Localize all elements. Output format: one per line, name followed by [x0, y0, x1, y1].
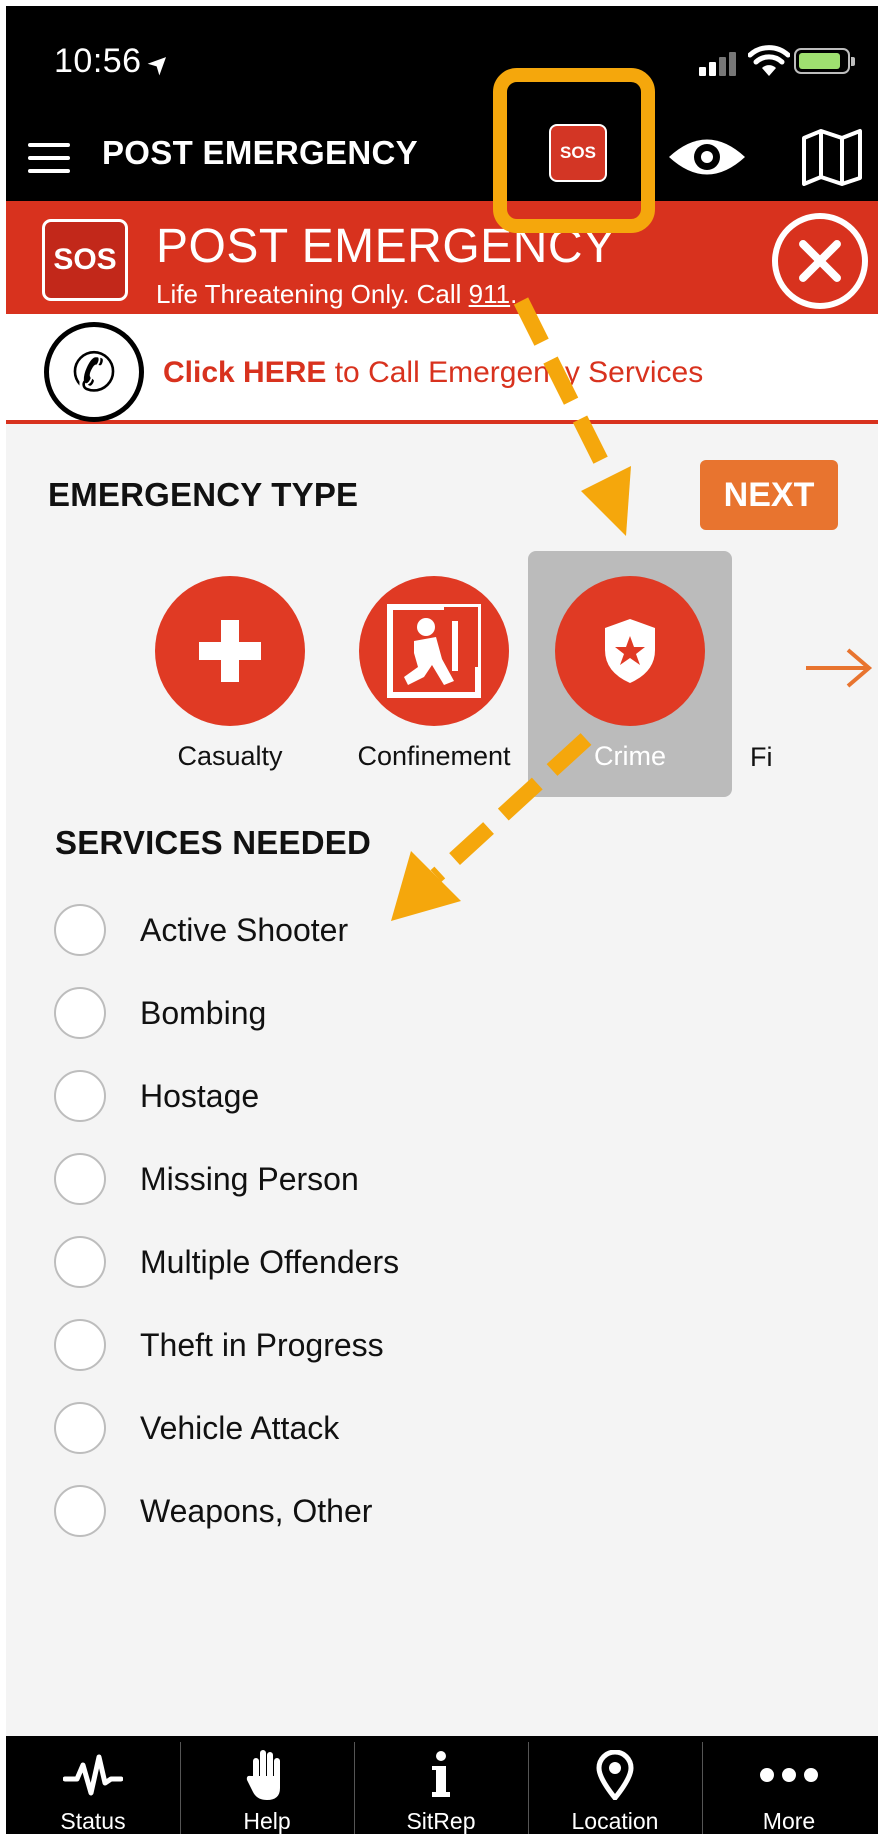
hamburger-menu-icon[interactable]: [28, 143, 70, 173]
type-casualty[interactable]: Casualty: [140, 551, 320, 797]
type-label: Confinement: [357, 741, 511, 771]
wifi-icon: [748, 45, 790, 76]
map-icon[interactable]: [801, 128, 863, 186]
tab-label: SitRep: [406, 1808, 476, 1834]
radio-button[interactable]: [54, 1485, 106, 1537]
tab-label: More: [762, 1808, 816, 1834]
radio-button[interactable]: [54, 1153, 106, 1205]
banner-subtitle: Life Threatening Only. Call 911.: [156, 279, 517, 310]
service-label: Bombing: [140, 995, 267, 1031]
tab-label: Status: [60, 1808, 126, 1834]
bottom-tab-bar: Status Help SitRep Location More: [6, 1736, 878, 1834]
location-pin-icon: [528, 1750, 702, 1800]
call-emergency-text[interactable]: Click HERE to Call Emergency Services: [163, 356, 703, 390]
radio-button[interactable]: [54, 1319, 106, 1371]
type-label-partial[interactable]: Fi: [750, 742, 773, 773]
arrow-right-icon[interactable]: [804, 646, 874, 690]
call-here-label: Click HERE: [163, 356, 327, 389]
tab-more[interactable]: More: [702, 1736, 878, 1834]
app-screen: 10:56➤ POST EMERGENCY SOS SOS POST EMERG…: [6, 6, 878, 1834]
eye-icon[interactable]: [666, 132, 748, 182]
radio-button[interactable]: [54, 1236, 106, 1288]
annotation-highlight-box: [493, 68, 655, 233]
call-rest-label: to Call Emergency Services: [326, 356, 704, 389]
banner-subtitle-period: .: [510, 279, 518, 309]
page-title: POST EMERGENCY: [102, 134, 418, 171]
location-arrow-icon: ➤: [139, 44, 177, 82]
radio-button[interactable]: [54, 987, 106, 1039]
service-label: Hostage: [140, 1078, 260, 1114]
service-label: Missing Person: [140, 1161, 359, 1197]
radio-button[interactable]: [54, 1070, 106, 1122]
police-badge-icon: [555, 576, 705, 726]
type-confinement[interactable]: Confinement: [344, 551, 524, 797]
service-label: Active Shooter: [140, 912, 349, 948]
type-crime[interactable]: Crime: [528, 551, 732, 797]
type-label: Casualty: [177, 741, 283, 771]
phone-icon: ✆: [44, 322, 144, 422]
tab-label: Location: [571, 1808, 659, 1834]
tab-label: Help: [243, 1808, 291, 1834]
banner-subtitle-text: Life Threatening Only. Call: [156, 279, 469, 309]
status-time: 10:56➤: [54, 42, 177, 82]
cross-icon: [155, 576, 305, 726]
tab-location[interactable]: Location: [528, 1736, 702, 1834]
sos-logo: SOS: [42, 219, 128, 301]
call-911-link[interactable]: 911: [469, 279, 510, 309]
service-label: Vehicle Attack: [140, 1410, 340, 1446]
post-emergency-banner: SOS POST EMERGENCY Life Threatening Only…: [6, 201, 878, 314]
hand-icon: [180, 1750, 354, 1800]
service-label: Weapons, Other: [140, 1493, 373, 1529]
top-bar: 10:56➤ POST EMERGENCY SOS: [6, 6, 878, 201]
tab-help[interactable]: Help: [180, 1736, 354, 1834]
tab-status[interactable]: Status: [6, 1736, 180, 1834]
status-time-text: 10:56: [54, 42, 142, 80]
info-icon: [354, 1750, 528, 1800]
call-emergency-bar[interactable]: ✆ Click HERE to Call Emergency Services: [6, 314, 878, 424]
services-title: SERVICES NEEDED: [55, 824, 371, 861]
radio-button[interactable]: [54, 1402, 106, 1454]
service-label: Theft in Progress: [140, 1327, 384, 1363]
radio-button[interactable]: [54, 904, 106, 956]
cell-signal-icon: [699, 50, 739, 76]
service-label: Multiple Offenders: [140, 1244, 400, 1280]
emergency-type-title: EMERGENCY TYPE: [48, 476, 359, 513]
tab-sitrep[interactable]: SitRep: [354, 1736, 528, 1834]
confinement-icon: [359, 576, 509, 726]
type-label: Crime: [594, 741, 666, 771]
battery-icon: [794, 48, 855, 74]
more-dots-icon: [702, 1750, 876, 1800]
close-button[interactable]: [772, 213, 868, 309]
pulse-icon: [6, 1750, 180, 1800]
next-button[interactable]: NEXT: [700, 460, 838, 530]
